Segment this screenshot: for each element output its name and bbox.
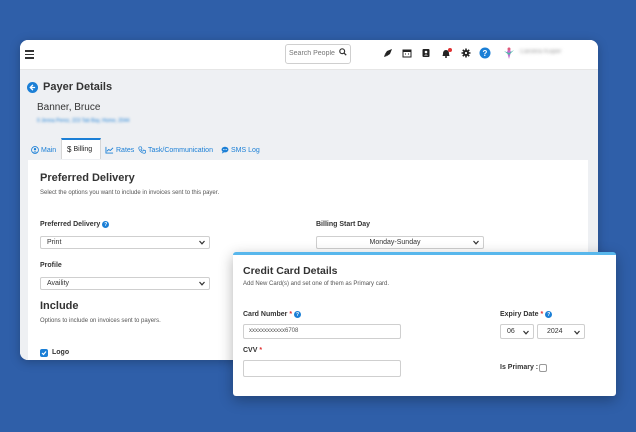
cvv-input[interactable] <box>243 360 401 377</box>
calendar-icon[interactable] <box>400 46 414 60</box>
profile-value: Availity <box>47 280 70 287</box>
required-mark: * <box>540 311 544 318</box>
dollar-icon: $ <box>67 145 72 154</box>
back-button[interactable] <box>27 82 38 93</box>
user-name[interactable]: Carolina Kuiper <box>520 49 561 55</box>
cvv-label: CVV * <box>243 347 262 354</box>
tab-billing[interactable]: $ Billing <box>61 138 101 159</box>
card-number-value: xxxxxxxxxxxx6708 <box>249 328 299 334</box>
avatar[interactable] <box>503 45 515 61</box>
tab-rates-label: Rates <box>116 146 135 154</box>
expiry-date-label: Expiry Date * ? <box>500 311 553 318</box>
preferred-delivery-label-text: Preferred Delivery <box>40 221 101 228</box>
gear-icon[interactable] <box>459 46 473 60</box>
rocket-icon[interactable] <box>381 46 395 60</box>
expiry-year-select[interactable]: 2024 <box>537 324 585 339</box>
search-icon[interactable] <box>339 48 347 56</box>
cvv-label-text: CVV <box>243 347 258 354</box>
tab-rates[interactable]: Rates <box>105 142 134 158</box>
tab-task-communication-label: Task/Communication <box>148 146 213 154</box>
phone-icon <box>138 146 146 154</box>
expiry-year-value: 2024 <box>547 328 563 335</box>
chevron-down-icon <box>574 330 580 335</box>
check-icon <box>41 351 47 356</box>
user-circle-icon <box>31 146 39 154</box>
search-input[interactable] <box>289 46 335 60</box>
card-number-label: Card Number * ? <box>243 311 302 318</box>
arrow-left-icon <box>29 84 36 91</box>
help-icon[interactable]: ? <box>294 311 302 318</box>
help-icon[interactable]: ? <box>102 221 110 228</box>
payer-address: 0 Jenna Perez, 223 Tab Bay, Home, 2044 <box>37 118 130 124</box>
top-bar: ? Carolina Kuiper <box>20 40 598 70</box>
payer-name: Banner, Bruce <box>37 102 101 113</box>
card-number-input[interactable]: xxxxxxxxxxxx6708 <box>243 324 401 339</box>
expiry-date-label-text: Expiry Date <box>500 311 539 318</box>
billing-start-day-value: Monday-Sunday <box>369 239 421 246</box>
required-mark: * <box>289 311 293 318</box>
include-heading: Include <box>40 300 79 312</box>
chevron-down-icon <box>199 281 205 286</box>
chevron-down-icon <box>473 240 479 245</box>
chart-icon <box>105 146 114 154</box>
logo-checkbox[interactable] <box>40 349 48 357</box>
preferred-delivery-description: Select the options you want to include i… <box>40 190 220 196</box>
billing-start-day-select[interactable]: Monday-Sunday <box>316 236 484 249</box>
page-title: Payer Details <box>43 81 113 93</box>
modal-title: Credit Card Details <box>243 265 338 277</box>
profile-select[interactable]: Availity <box>40 277 210 290</box>
tab-task-communication[interactable]: Task/Communication <box>138 142 213 158</box>
billing-start-day-label: Billing Start Day <box>316 221 371 228</box>
tab-bar: Main $ Billing Rates Task/Communication … <box>28 138 598 160</box>
modal-subtitle: Add New Card(s) and set one of them as P… <box>243 281 390 287</box>
bell-icon[interactable] <box>439 46 453 60</box>
tab-sms-log-label: SMS Log <box>231 146 260 154</box>
tab-sms-log[interactable]: SMS Log <box>221 142 260 158</box>
expiry-month-value: 06 <box>507 328 515 335</box>
chevron-down-icon <box>523 330 529 335</box>
menu-icon[interactable] <box>25 50 34 61</box>
required-mark: * <box>259 347 263 354</box>
expiry-month-select[interactable]: 06 <box>500 324 534 339</box>
chevron-down-icon <box>199 240 205 245</box>
credit-card-modal: Credit Card Details Add New Card(s) and … <box>233 252 616 396</box>
preferred-delivery-value: Print <box>47 239 62 246</box>
tab-billing-label: Billing <box>73 146 93 153</box>
svg-text:?: ? <box>483 49 488 58</box>
preferred-delivery-select[interactable]: Print <box>40 236 210 249</box>
help-icon[interactable]: ? <box>478 46 492 60</box>
help-icon[interactable]: ? <box>545 311 553 318</box>
contacts-icon[interactable] <box>419 46 433 60</box>
tab-main-label: Main <box>41 146 57 154</box>
search-box[interactable] <box>285 44 351 64</box>
tab-main[interactable]: Main <box>31 142 56 158</box>
profile-label: Profile <box>40 262 62 269</box>
preferred-delivery-heading: Preferred Delivery <box>40 172 135 184</box>
logo-label: Logo <box>52 349 70 356</box>
is-primary-checkbox[interactable] <box>539 364 547 372</box>
card-number-label-text: Card Number <box>243 311 288 318</box>
include-description: Options to include on invoices sent to p… <box>40 318 161 324</box>
preferred-delivery-label: Preferred Delivery ? <box>40 221 110 228</box>
is-primary-label: Is Primary : <box>500 364 539 371</box>
chat-icon <box>221 146 229 154</box>
